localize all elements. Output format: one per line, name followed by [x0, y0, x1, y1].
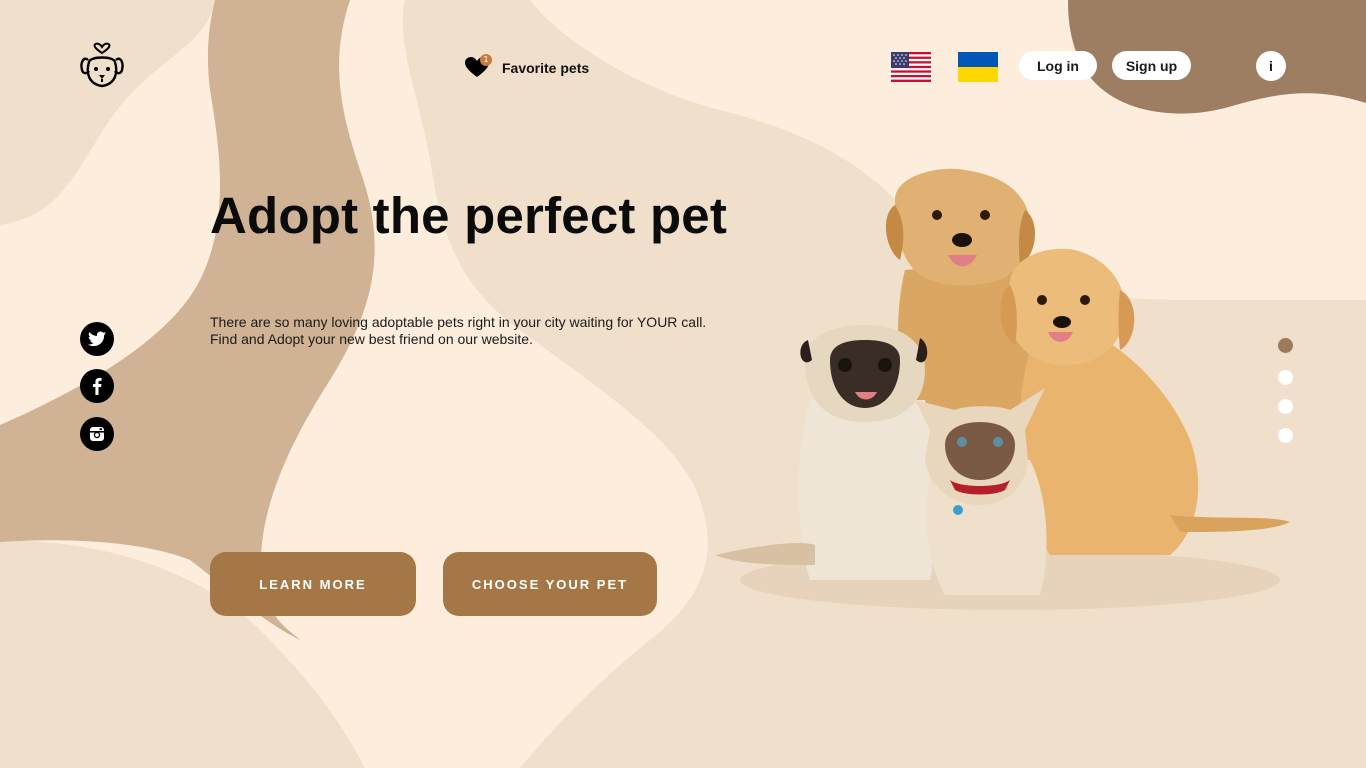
site-logo[interactable] — [78, 38, 126, 90]
language-ukrainian-button[interactable] — [958, 52, 998, 82]
login-button[interactable]: Log in — [1019, 51, 1097, 80]
favorite-pets-link[interactable]: 1 Favorite pets — [464, 54, 590, 80]
ukraine-flag-icon — [958, 52, 998, 82]
dog-heart-logo-icon — [80, 42, 124, 88]
info-label: i — [1269, 58, 1273, 74]
favorite-pets-label: Favorite pets — [502, 60, 590, 76]
signup-button[interactable]: Sign up — [1112, 51, 1191, 80]
language-english-button[interactable] — [891, 52, 931, 82]
info-button[interactable]: i — [1256, 51, 1286, 81]
instagram-link[interactable] — [80, 417, 114, 451]
twitter-link[interactable] — [80, 322, 114, 356]
siamese-kitten — [915, 388, 1047, 595]
learn-more-button[interactable]: LEARN MORE — [210, 552, 416, 616]
facebook-icon — [93, 377, 102, 395]
pug — [715, 325, 937, 580]
pets-group-photo — [715, 168, 1290, 610]
us-flag-icon — [891, 52, 931, 82]
twitter-icon — [88, 331, 106, 347]
hero-description: There are so many loving adoptable pets … — [210, 314, 707, 347]
choose-your-pet-button[interactable]: CHOOSE YOUR PET — [443, 552, 657, 616]
hero-title: Adopt the perfect pet — [210, 187, 728, 244]
favorites-count-badge: 1 — [480, 54, 492, 66]
instagram-icon — [90, 427, 104, 441]
favorites-heart: 1 — [464, 54, 492, 80]
facebook-link[interactable] — [80, 369, 114, 403]
